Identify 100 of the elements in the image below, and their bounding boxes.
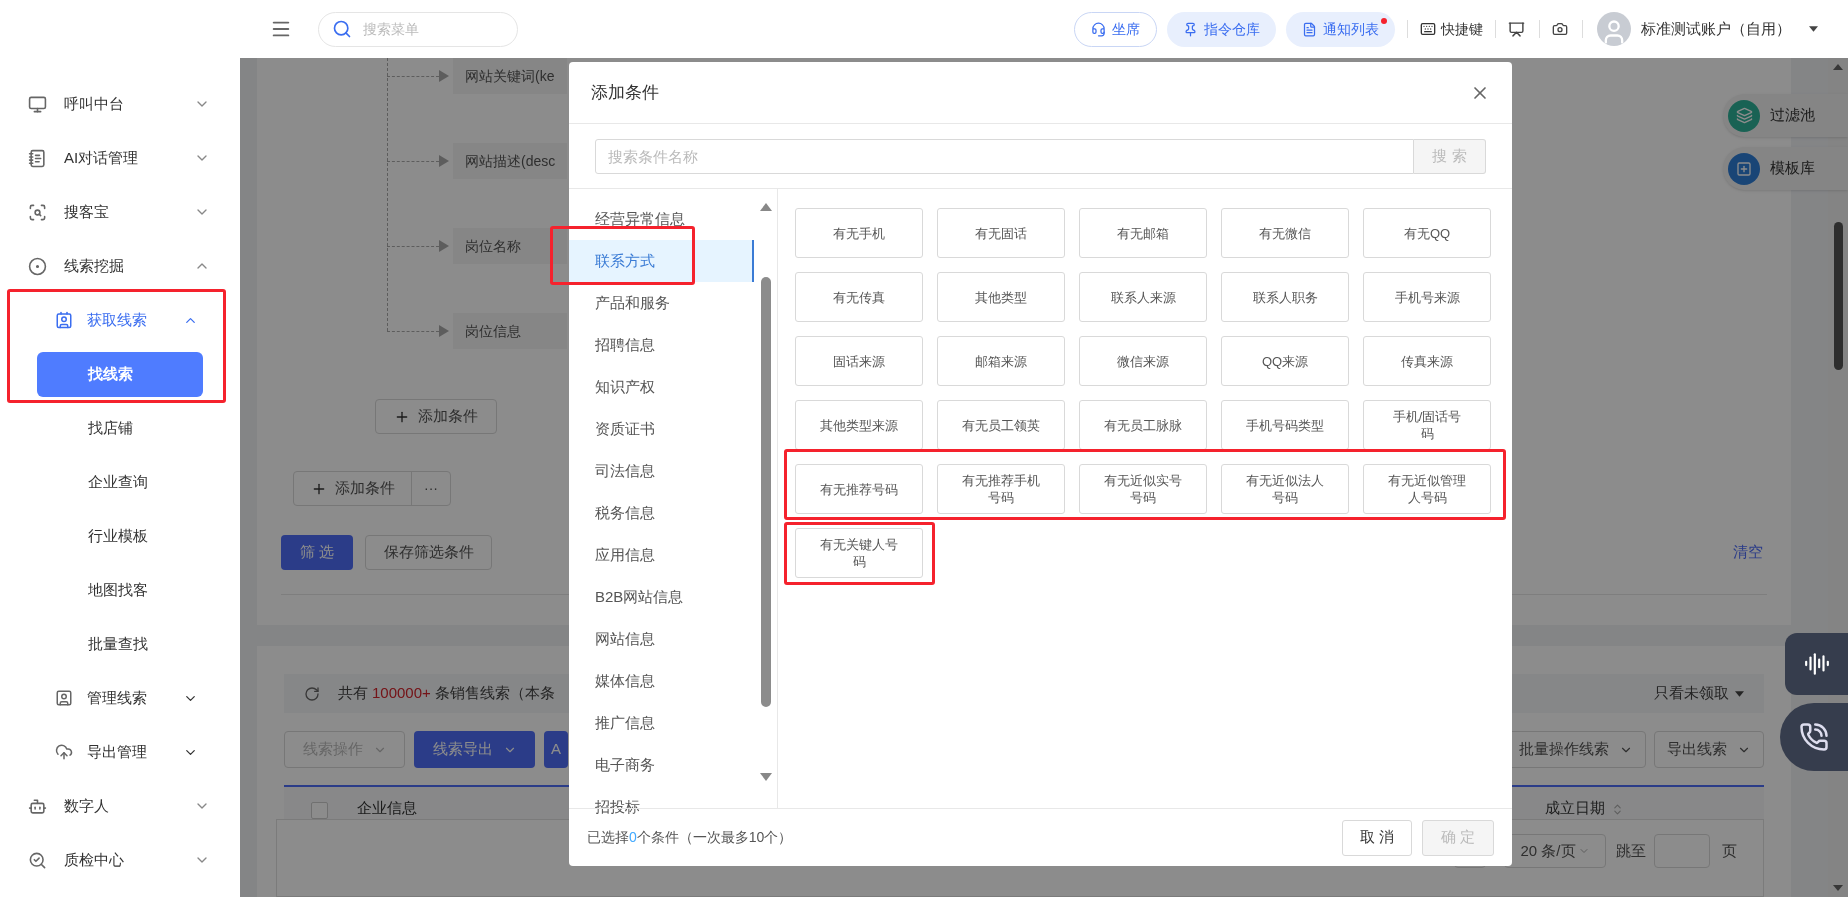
- category-item[interactable]: 资质证书: [569, 408, 754, 450]
- sidebar-subitem[interactable]: 管理线索: [0, 671, 240, 725]
- condition-option[interactable]: 有无推荐手机号码: [937, 464, 1065, 514]
- toolbar-button[interactable]: 坐席: [1074, 11, 1157, 47]
- summary-text: 共有 100000+ 条销售线索（本条: [338, 683, 555, 704]
- condition-option[interactable]: 邮箱来源: [937, 336, 1065, 386]
- scrollbar-thumb[interactable]: [1833, 222, 1843, 370]
- category-item[interactable]: B2B网站信息: [569, 576, 754, 618]
- sidebar-subitem[interactable]: 找线索: [37, 351, 203, 397]
- chat-widget[interactable]: [1785, 633, 1848, 695]
- category-item[interactable]: 电子商务: [569, 744, 754, 786]
- category-item[interactable]: 招聘信息: [569, 324, 754, 366]
- scroll-up-icon[interactable]: [759, 203, 772, 211]
- scroll-down-icon[interactable]: [759, 773, 772, 781]
- condition-option[interactable]: 其他类型: [937, 272, 1065, 322]
- sidebar-subitem[interactable]: 批量查找: [37, 621, 203, 667]
- category-item[interactable]: 联系方式: [569, 240, 754, 282]
- condition-option[interactable]: 联系人来源: [1079, 272, 1207, 322]
- search-field[interactable]: 搜索菜单: [318, 11, 518, 47]
- phone-widget[interactable]: [1780, 703, 1848, 771]
- condition-option[interactable]: 联系人职务: [1221, 272, 1349, 322]
- condition-option[interactable]: 有无邮箱: [1079, 208, 1207, 258]
- pin-icon: [1183, 21, 1198, 37]
- condition-option[interactable]: 有无员工脉脉: [1079, 400, 1207, 450]
- caret-down-icon: [1809, 26, 1818, 32]
- target-icon: [28, 256, 47, 276]
- condition-option[interactable]: 其他类型来源: [795, 400, 923, 450]
- scrollbar-thumb[interactable]: [760, 277, 771, 707]
- condition-option[interactable]: 有无固话: [937, 208, 1065, 258]
- sidebar-subitem[interactable]: 找店铺: [37, 405, 203, 451]
- scroll-down-icon[interactable]: [1833, 885, 1843, 891]
- condition-option[interactable]: 有无传真: [795, 272, 923, 322]
- condition-option[interactable]: 有无微信: [1221, 208, 1349, 258]
- screen-icon[interactable]: [1508, 20, 1525, 38]
- toolbar-button[interactable]: 指令仓库: [1167, 11, 1276, 47]
- category-item[interactable]: 网站信息: [569, 618, 754, 660]
- condition-option[interactable]: 有无近似法人号码: [1221, 464, 1349, 514]
- condition-option[interactable]: 有无近似实号号码: [1079, 464, 1207, 514]
- condition-option[interactable]: 有无手机: [795, 208, 923, 258]
- condition-option[interactable]: 手机/固话号码: [1363, 400, 1491, 450]
- caret-down-icon: [1735, 690, 1744, 697]
- condition-option[interactable]: 有无推荐号码: [795, 464, 923, 514]
- sidebar-subitem[interactable]: 行业模板: [37, 513, 203, 559]
- add-condition-button[interactable]: 添加条件: [294, 472, 412, 505]
- sidebar-subitem[interactable]: 地图找客: [37, 567, 203, 613]
- refresh-icon[interactable]: [304, 685, 320, 702]
- checkbox[interactable]: [311, 802, 328, 819]
- category-item[interactable]: 应用信息: [569, 534, 754, 576]
- condition-option[interactable]: 微信来源: [1079, 336, 1207, 386]
- category-item[interactable]: 推广信息: [569, 702, 754, 744]
- condition-option[interactable]: 手机号来源: [1363, 272, 1491, 322]
- category-item[interactable]: 媒体信息: [569, 660, 754, 702]
- sidebar-item[interactable]: 搜客宝: [0, 185, 240, 239]
- condition-option[interactable]: QQ来源: [1221, 336, 1349, 386]
- floating-tab[interactable]: 过滤池: [1723, 94, 1848, 137]
- floating-tab[interactable]: 模板库: [1723, 147, 1848, 190]
- condition-option[interactable]: 固话来源: [795, 336, 923, 386]
- sidebar-subitem[interactable]: 企业查询: [37, 459, 203, 505]
- sidebar-item[interactable]: 质检中心: [0, 833, 240, 887]
- condition-option[interactable]: 有无员工领英: [937, 400, 1065, 450]
- toolbar-button[interactable]: 通知列表: [1286, 11, 1395, 47]
- sidebar-item[interactable]: 呼叫中台: [0, 77, 240, 131]
- scroll-up-icon[interactable]: [1833, 64, 1843, 70]
- condition-option[interactable]: 手机号码类型: [1221, 400, 1349, 450]
- condition-label: 岗位名称: [453, 228, 567, 264]
- add-condition-button[interactable]: 添加条件: [375, 399, 497, 434]
- contact-card-icon: [55, 311, 73, 329]
- robot-icon: [28, 796, 47, 816]
- plus-square-icon: [1728, 152, 1760, 185]
- jump-label: 跳至: [1616, 841, 1646, 861]
- cancel-button[interactable]: 取 消: [1342, 819, 1412, 856]
- user-name[interactable]: 标准测试账户（自用）: [1641, 17, 1791, 41]
- sidebar-item[interactable]: 数字人: [0, 779, 240, 833]
- more-button[interactable]: ···: [412, 472, 450, 505]
- column-header[interactable]: 成立日期: [1545, 796, 1605, 819]
- condition-option[interactable]: 有无QQ: [1363, 208, 1491, 258]
- selection-summary: 已选择0个条件（一次最多10个）: [587, 828, 793, 847]
- sidebar-subitem[interactable]: 导出管理: [0, 725, 240, 779]
- scan-search-icon: [28, 202, 47, 222]
- page-unit-label: 页: [1722, 841, 1737, 861]
- condition-option[interactable]: 有无关键人号码: [795, 528, 923, 578]
- condition-label: 网站描述(desc: [453, 143, 567, 179]
- action-button[interactable]: 导出线索: [1654, 731, 1764, 768]
- category-item[interactable]: 知识产权: [569, 366, 754, 408]
- save-filter-button[interactable]: 保存筛选条件: [365, 535, 492, 570]
- condition-option[interactable]: 传真来源: [1363, 336, 1491, 386]
- unclaimed-filter[interactable]: 只看未领取: [1654, 682, 1744, 705]
- voice-message-icon: [1803, 651, 1830, 677]
- category-item[interactable]: 司法信息: [569, 450, 754, 492]
- condition-option[interactable]: 有无近似管理人号码: [1363, 464, 1491, 514]
- category-item[interactable]: 经营异常信息: [569, 198, 754, 240]
- shortcut-button[interactable]: 快捷键: [1420, 18, 1483, 40]
- camera-icon[interactable]: [1552, 21, 1568, 37]
- category-item[interactable]: 税务信息: [569, 492, 754, 534]
- phone-icon: [1799, 722, 1829, 752]
- sidebar-item[interactable]: 线索挖掘: [0, 239, 240, 293]
- category-item[interactable]: 产品和服务: [569, 282, 754, 324]
- monitor-icon: [28, 94, 47, 114]
- sidebar-item[interactable]: AI对话管理: [0, 131, 240, 185]
- sidebar-subitem[interactable]: 获取线索: [0, 293, 240, 347]
